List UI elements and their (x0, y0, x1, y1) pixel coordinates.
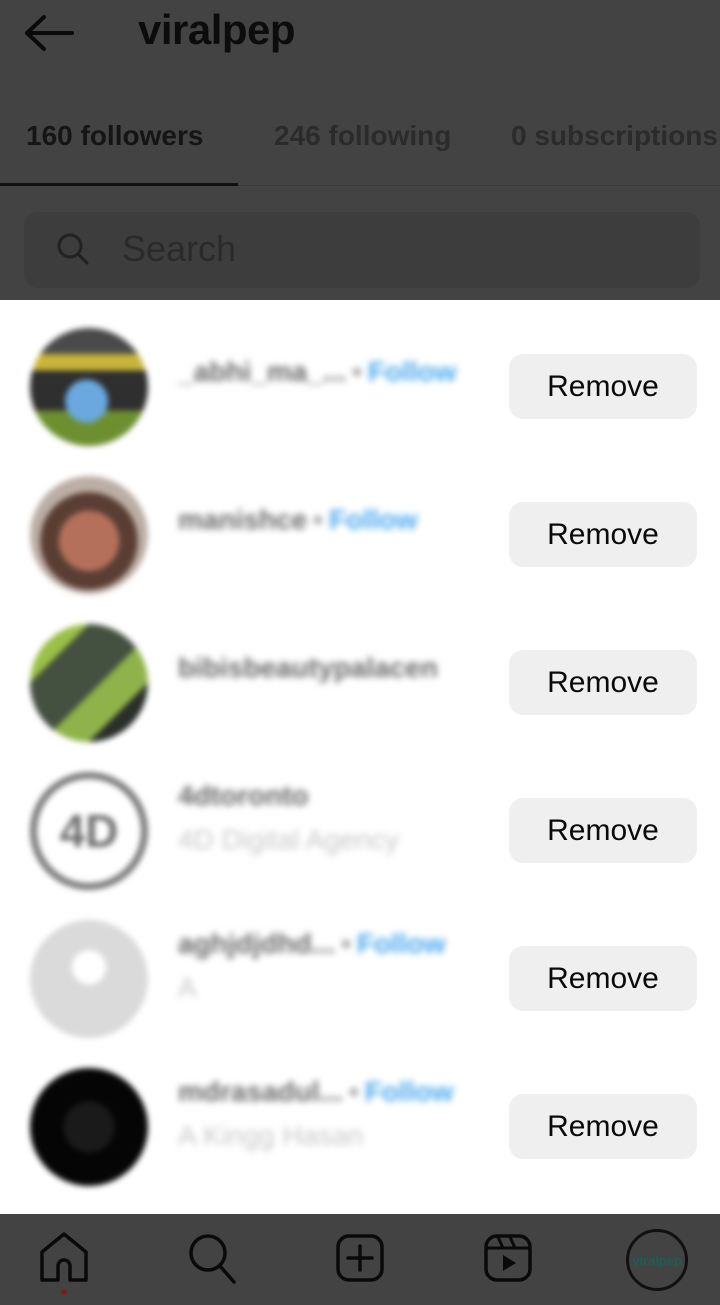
separator: • (313, 504, 323, 535)
avatar[interactable] (30, 920, 148, 1038)
header-region: viralpep 160 followers 246 following 0 s… (0, 0, 720, 300)
avatar-logo-text: 4D (59, 805, 119, 857)
avatar[interactable] (30, 328, 148, 446)
separator: • (352, 356, 362, 387)
user-info[interactable]: aghjdjdhd... • Follow A (178, 928, 498, 1004)
user-info[interactable]: manishce • Follow (178, 504, 498, 536)
followers-list: _abhi_ma_... • Follow Remove manishce • Foll… (0, 300, 720, 1214)
tab-followers[interactable]: 160 followers (26, 120, 203, 152)
list-item: 4D 4dtoronto 4D Digital Agency Remove (0, 744, 720, 892)
remove-button[interactable]: Remove (509, 798, 697, 863)
follow-link[interactable]: Follow (329, 504, 418, 535)
nav-new-post[interactable] (330, 1228, 390, 1288)
user-info[interactable]: _abhi_ma_... • Follow (178, 356, 498, 388)
username: manishce (178, 504, 308, 535)
list-item: manishce • Follow Remove (0, 448, 720, 596)
user-info[interactable]: 4dtoronto 4D Digital Agency (178, 780, 498, 856)
avatar[interactable] (30, 1068, 148, 1186)
follow-link[interactable]: Follow (368, 356, 457, 387)
reels-icon (484, 1234, 532, 1282)
separator: • (341, 928, 351, 959)
user-info[interactable]: bibisbeautypalacen (178, 652, 498, 684)
remove-button[interactable]: Remove (509, 946, 697, 1011)
remove-button[interactable]: Remove (509, 502, 697, 567)
nav-reels[interactable] (478, 1228, 538, 1288)
tab-bar: 160 followers 246 following 0 subscripti… (0, 100, 720, 186)
active-tab-indicator (0, 183, 238, 186)
home-icon (40, 1232, 88, 1282)
tab-following[interactable]: 246 following (274, 120, 451, 152)
page-title: viralpep (138, 6, 296, 53)
follow-link[interactable]: Follow (357, 928, 446, 959)
bottom-nav: viralpep (0, 1214, 720, 1305)
full-name: A (178, 972, 197, 1003)
user-info[interactable]: mdrasadul... • Follow A Kingg Hasan (178, 1076, 498, 1152)
nav-profile[interactable]: viralpep (626, 1229, 688, 1291)
nav-search[interactable] (182, 1228, 242, 1288)
avatar[interactable]: 4D (30, 772, 148, 890)
list-item: aghjdjdhd... • Follow A Remove (0, 892, 720, 1040)
plus-square-icon (336, 1234, 384, 1282)
nav-home[interactable] (34, 1228, 94, 1288)
username: _abhi_ma_... (178, 356, 347, 387)
list-item: mdrasadul... • Follow A Kingg Hasan Remove (0, 1040, 720, 1188)
search-input[interactable]: Search (24, 212, 700, 288)
arrow-left-icon (25, 15, 74, 51)
tab-subscriptions[interactable]: 0 subscriptions (511, 120, 718, 152)
search-placeholder: Search (122, 228, 237, 269)
username: 4dtoronto (178, 780, 309, 811)
profile-avatar-text: viralpep (632, 1252, 682, 1268)
full-name: A Kingg Hasan (178, 1120, 364, 1151)
username: mdrasadul... (178, 1076, 343, 1107)
separator: • (348, 1076, 359, 1107)
list-item: bibisbeautypalacen Remove (0, 596, 720, 744)
search-icon (57, 233, 89, 265)
notification-dot (61, 1289, 67, 1295)
back-button[interactable] (22, 12, 74, 54)
remove-button[interactable]: Remove (509, 1094, 697, 1159)
remove-button[interactable]: Remove (509, 354, 697, 419)
search-icon (189, 1234, 236, 1284)
follow-link[interactable]: Follow (365, 1076, 454, 1107)
avatar[interactable] (30, 624, 148, 742)
list-item: _abhi_ma_... • Follow Remove (0, 300, 720, 448)
avatar[interactable] (30, 476, 148, 594)
remove-button[interactable]: Remove (509, 650, 697, 715)
username: aghjdjdhd... (178, 928, 336, 959)
username: bibisbeautypalacen (178, 652, 438, 683)
full-name: 4D Digital Agency (178, 824, 400, 855)
